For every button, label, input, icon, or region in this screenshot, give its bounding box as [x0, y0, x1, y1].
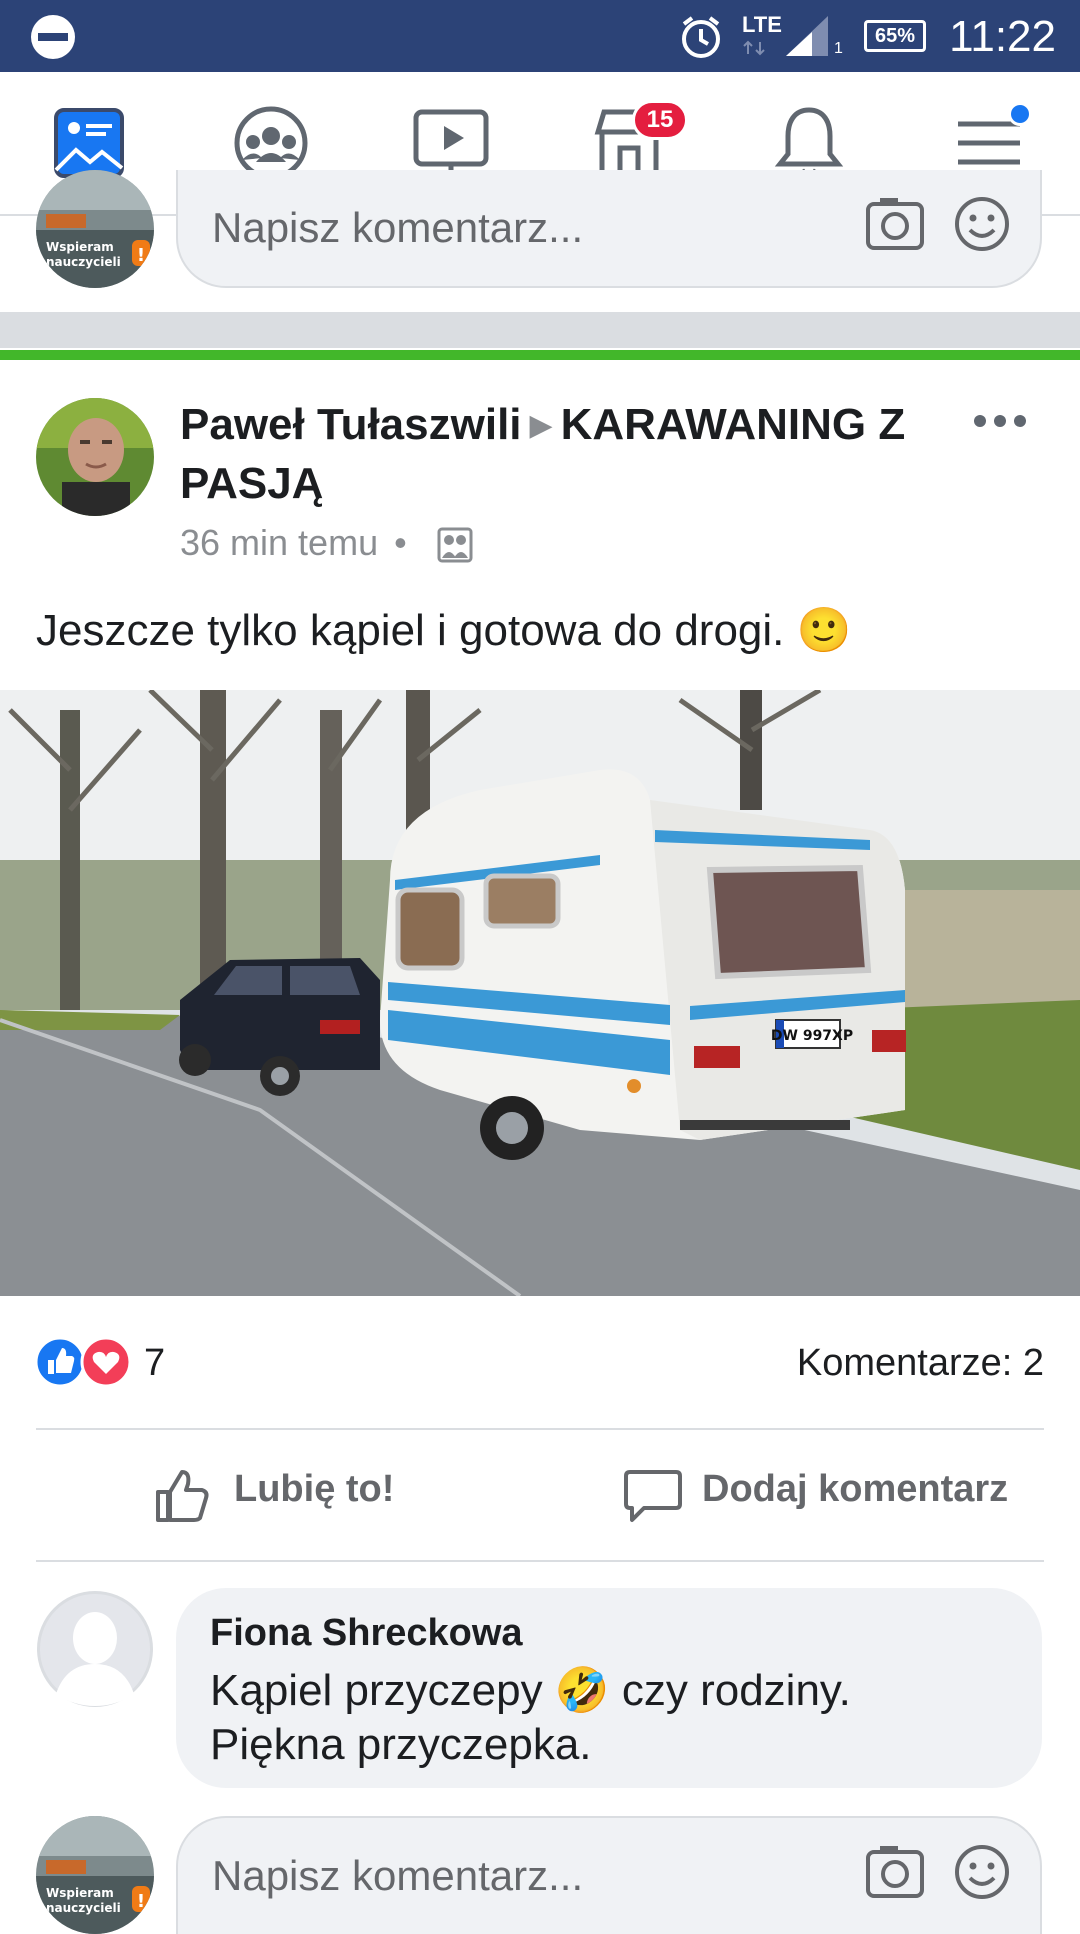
default-profile-icon: [37, 1591, 153, 1707]
menu-notification-dot: [1008, 102, 1032, 126]
comment-input-placeholder-bottom: Napisz komentarz...: [212, 1852, 584, 1899]
commenter-avatar[interactable]: [36, 1590, 154, 1708]
svg-text:!: !: [137, 245, 145, 266]
avatar-sticker-line1-bottom: Wspieram: [46, 1886, 114, 1900]
post-author-name[interactable]: Paweł Tułaszwili: [180, 400, 522, 449]
like-button[interactable]: Lubię to!: [150, 1450, 410, 1540]
actions-divider-bottom: [36, 1560, 1044, 1562]
alarm-icon: [682, 16, 720, 58]
comment-text-part2: czy rodziny.: [609, 1666, 851, 1715]
license-plate-text: DW 997XP: [771, 1028, 853, 1044]
comment-text-part1: Kąpiel przyczepy: [210, 1666, 555, 1715]
emoji-icon[interactable]: [952, 194, 1012, 254]
current-user-photo-bottom: ! Wspieram nauczycieli: [36, 1816, 154, 1934]
marketplace-badge: 15: [632, 100, 688, 140]
group-color-bar: [0, 350, 1080, 360]
current-user-photo: ! Wspieram nauczycieli: [36, 170, 154, 288]
reaction-count[interactable]: 7: [144, 1342, 165, 1385]
avatar-sticker-line1: Wspieram: [46, 240, 114, 254]
current-user-avatar-bottom[interactable]: ! Wspieram nauczycieli: [36, 1816, 154, 1934]
post-timestamp[interactable]: 36 min temu: [180, 522, 378, 563]
feed-divider: [0, 312, 1080, 348]
sim-slot: 1: [834, 40, 843, 57]
status-bar: LTE 1 65% 11:22: [0, 0, 1080, 72]
current-user-avatar[interactable]: ! Wspieram nauczycieli: [36, 170, 154, 288]
comment-text: Kąpiel przyczepy 🤣 czy rodziny. Piękna p…: [210, 1664, 851, 1772]
camera-icon[interactable]: [864, 1844, 926, 1900]
more-options-icon[interactable]: [970, 408, 1030, 434]
author-photo: [36, 398, 154, 516]
audience-group-icon: [437, 527, 473, 563]
author-avatar[interactable]: [36, 398, 154, 516]
like-button-label: Lubię to!: [234, 1468, 395, 1510]
app-notification-icon: [31, 15, 75, 59]
comment-author[interactable]: Fiona Shreckowa: [210, 1612, 523, 1655]
camera-icon[interactable]: [864, 196, 926, 252]
reaction-icons[interactable]: [34, 1336, 134, 1388]
comment-button-label: Dodaj komentarz: [702, 1468, 1009, 1510]
emoji-icon[interactable]: [952, 1842, 1012, 1902]
actions-divider-top: [36, 1428, 1044, 1430]
comment-bubble-icon: [624, 1470, 682, 1522]
comment-count[interactable]: Komentarze: 2: [797, 1342, 1044, 1385]
comment-input-bottom[interactable]: Napisz komentarz...: [176, 1816, 1042, 1934]
comment-input-placeholder: Napisz komentarz...: [212, 204, 584, 251]
battery-indicator: 65%: [864, 20, 926, 52]
laughing-emoji: 🤣: [554, 1666, 610, 1715]
like-thumb-icon: [156, 1470, 209, 1522]
clock: 11:22: [949, 12, 1056, 61]
comment-input-top[interactable]: Napisz komentarz...: [176, 170, 1042, 288]
data-arrows-icon: [743, 40, 765, 56]
avatar-sticker-line2: nauczycieli: [46, 255, 121, 269]
svg-text:!: !: [137, 1891, 145, 1912]
post-meta: 36 min temu •: [180, 522, 413, 564]
post-text: Jeszcze tylko kąpiel i gotowa do drogi. …: [36, 606, 852, 655]
signal-icon: [786, 16, 828, 56]
avatar-sticker-line2-bottom: nauczycieli: [46, 1901, 121, 1915]
comment-text-line2: Piękna przyczepka.: [210, 1720, 592, 1769]
comment-bubble[interactable]: Fiona Shreckowa Kąpiel przyczepy 🤣 czy r…: [176, 1588, 1042, 1788]
comment-button[interactable]: Dodaj komentarz: [620, 1450, 1020, 1540]
network-type: LTE: [742, 12, 782, 37]
post-photo[interactable]: DW 997XP: [0, 690, 1080, 1296]
shared-to-arrow-icon: ▶: [529, 409, 553, 442]
post-header-title: Paweł Tułaszwili ▶ KARAWANING Z PASJĄ: [180, 396, 940, 513]
meta-separator: •: [394, 522, 407, 563]
